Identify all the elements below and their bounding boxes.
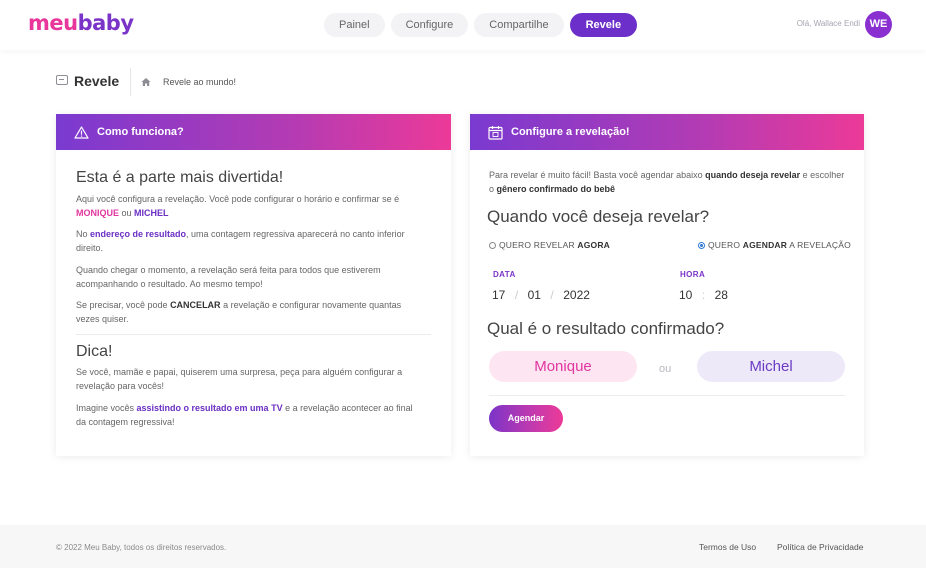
or-label: ou (659, 363, 672, 375)
date-month-input[interactable]: 01 (528, 288, 541, 302)
paragraph-moment: Quando chegar o momento, a revelação ser… (76, 265, 381, 289)
user-greeting: Olá, Wallace Endi (796, 19, 860, 28)
or-text: ou (119, 208, 135, 218)
terms-link[interactable]: Termos de Uso (699, 542, 756, 552)
nav-painel[interactable]: Painel (324, 13, 385, 37)
home-icon[interactable] (141, 77, 151, 87)
cancel-emphasis: CANCELAR (170, 300, 221, 310)
result-heading: Qual é o resultado confirmado? (487, 319, 725, 338)
nav-revele[interactable]: Revele (569, 13, 638, 37)
radio-now[interactable] (489, 242, 496, 249)
card-header: Configure a revelação! (470, 114, 864, 150)
top-navbar: meubaby Painel Configure Compartilhe Rev… (0, 0, 926, 50)
main-nav: Painel Configure Compartilhe Revele (324, 13, 638, 37)
option-emphasis: AGORA (577, 240, 611, 250)
calendar-icon (488, 125, 503, 140)
screen-icon (56, 75, 68, 85)
warning-icon (74, 125, 89, 139)
option-reveal-now[interactable]: QUERO REVELAR AGORA (489, 240, 610, 250)
option-text: A REVELAÇÃO (787, 240, 851, 250)
page-title: Revele (74, 73, 120, 89)
time-minute-input[interactable]: 28 (715, 288, 728, 302)
option-text: QUERO (708, 240, 743, 250)
schedule-button[interactable]: Agendar (489, 405, 563, 432)
tip-paragraph-1: Se você, mamãe e papai, quiserem uma sur… (76, 367, 403, 391)
card-header: Como funciona? (56, 114, 451, 150)
divider (76, 334, 431, 335)
paragraph-intro: Aqui você configura a revelação. Você po… (76, 192, 436, 220)
name-michel: MICHEL (134, 208, 169, 218)
paragraph-text: Se precisar, você pode (76, 300, 171, 310)
intro-emphasis-when: quando deseja revelar (705, 170, 801, 180)
time-separator: : (701, 288, 706, 302)
when-heading: Quando você deseja revelar? (487, 207, 710, 226)
nav-configure[interactable]: Configure (390, 13, 469, 37)
date-year-input[interactable]: 2022 (563, 288, 590, 302)
logo-text-meu: meu (28, 11, 78, 35)
paragraph-text: Imagine vocês (76, 403, 137, 413)
date-day-input[interactable]: 17 (492, 288, 505, 302)
tip-paragraph-2: Imagine vocês assistindo o resultado em … (76, 401, 416, 429)
configure-intro: Para revelar é muito fácil! Basta você a… (489, 168, 849, 196)
paragraph-text: No (76, 229, 91, 239)
tip-heading: Dica! (76, 343, 113, 360)
paragraph-cancel: Se precisar, você pode CANCELAR a revela… (76, 298, 416, 326)
option-schedule[interactable]: QUERO AGENDAR A REVELAÇÃO (698, 240, 851, 250)
meu-baby-logo[interactable]: meubaby (28, 11, 134, 35)
choice-michel-button[interactable]: Michel (697, 351, 845, 382)
date-separator: / (550, 288, 554, 302)
time-label: HORA (680, 270, 706, 279)
date-field[interactable]: 17 / 01 / 2022 (492, 286, 590, 304)
name-monique: MONIQUE (76, 208, 120, 218)
option-text: QUERO REVELAR (499, 240, 578, 250)
intro-emphasis-gender: gênero confirmado do bebê (496, 184, 616, 194)
radio-schedule[interactable] (698, 242, 705, 249)
divider (489, 395, 845, 396)
section-heading: Esta é a parte mais divertida! (76, 169, 284, 186)
time-hour-input[interactable]: 10 (679, 288, 692, 302)
option-emphasis: AGENDAR (742, 240, 788, 250)
logo-text-baby: baby (77, 11, 134, 35)
paragraph-text: Aqui você configura a revelação. Você po… (76, 194, 400, 204)
tv-link[interactable]: assistindo o resultado em uma TV (137, 403, 283, 413)
privacy-link[interactable]: Política de Privacidade (777, 542, 863, 552)
header-divider (130, 68, 131, 96)
time-field[interactable]: 10 : 28 (679, 286, 728, 304)
card-title: Configure a revelação! (511, 126, 630, 138)
avatar[interactable]: WE (865, 11, 892, 38)
copyright: © 2022 Meu Baby, todos os direitos reser… (56, 543, 227, 552)
paragraph-address: No endereço de resultado, uma contagem r… (76, 227, 416, 255)
breadcrumb: Revele ao mundo! (163, 77, 237, 87)
paragraph-text: Para revelar é muito fácil! Basta você a… (489, 170, 706, 180)
date-label: DATA (493, 270, 516, 279)
nav-compartilhe[interactable]: Compartilhe (474, 13, 564, 37)
result-address-link[interactable]: endereço de resultado (90, 229, 186, 239)
choice-monique-button[interactable]: Monique (489, 351, 637, 382)
date-separator: / (514, 288, 519, 302)
footer: © 2022 Meu Baby, todos os direitos reser… (0, 525, 926, 568)
how-it-works-card: Como funciona? Esta é a parte mais diver… (56, 114, 451, 456)
card-title: Como funciona? (97, 126, 184, 138)
